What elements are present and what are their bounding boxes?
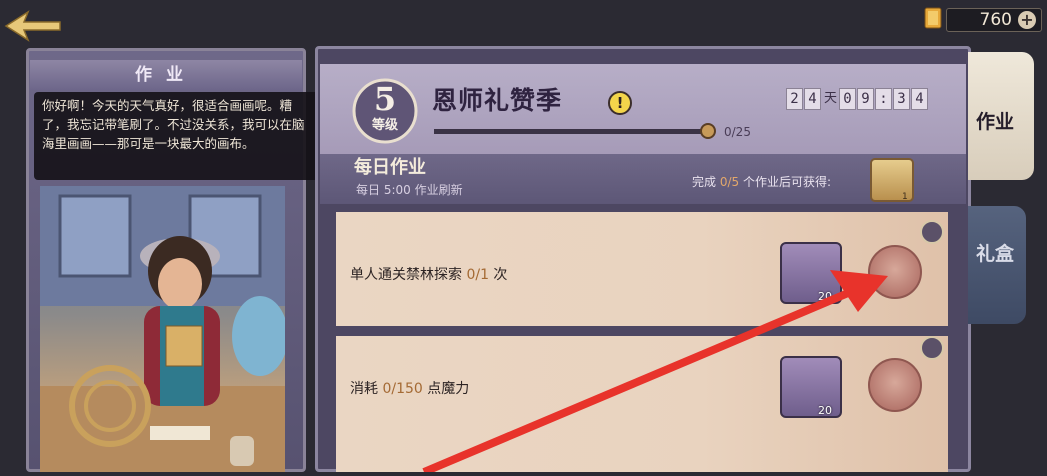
task-row: 单人通关禁林探索 0/1 次 20 bbox=[336, 212, 948, 326]
task-row: 消耗 0/150 点魔力 20 bbox=[336, 336, 948, 472]
level-number: 5 bbox=[373, 80, 397, 118]
timer-day-unit: 天 bbox=[824, 91, 838, 106]
speech-text: 你好啊！今天的天气真好，很适合画画呢。糟了，我忘记带笔刷了。不过没关系，我可以在… bbox=[42, 98, 305, 151]
daily-reward-count: 1 bbox=[902, 192, 908, 202]
task-label-post: 点魔力 bbox=[422, 381, 470, 397]
daily-title: 每日作业 bbox=[354, 157, 426, 178]
task-label: 单人通关禁林探索 0/1 次 bbox=[350, 264, 507, 284]
task-label: 消耗 0/150 点魔力 bbox=[350, 378, 469, 398]
timer-digit: 2 bbox=[786, 88, 803, 110]
level-label: 等级 bbox=[371, 118, 398, 133]
progress-knob-icon bbox=[700, 123, 716, 139]
tab-homework-label: 作业 bbox=[976, 111, 1015, 133]
currency-value: 760 bbox=[979, 10, 1012, 30]
daily-refresh-text: 每日 5:00 作业刷新 bbox=[356, 183, 463, 197]
task-progress: 0/150 bbox=[382, 381, 423, 397]
task-progress: 0/1 bbox=[466, 267, 489, 283]
task-label-pre: 消耗 bbox=[350, 381, 383, 397]
tab-gift-label: 礼盒 bbox=[976, 243, 1015, 265]
plus-icon[interactable]: + bbox=[1018, 11, 1036, 29]
gold-card-icon bbox=[924, 7, 942, 29]
season-progress-text: 0/25 bbox=[724, 125, 751, 139]
season-timer: 24天09:34 bbox=[786, 88, 929, 110]
character-illustration bbox=[40, 186, 288, 472]
season-title: 恩师礼赞季 bbox=[432, 86, 563, 115]
timer-digit: 9 bbox=[857, 88, 875, 110]
daily-reward-text: 完成 0/5 个作业后可获得: bbox=[692, 174, 831, 190]
timer-digit: 0 bbox=[839, 88, 857, 110]
reward-prefix: 完成 bbox=[692, 175, 720, 189]
claim-button[interactable] bbox=[868, 245, 922, 299]
back-arrow-icon[interactable] bbox=[2, 4, 62, 48]
task-label-pre: 单人通关禁林探索 bbox=[350, 267, 467, 283]
currency-display: 760 + bbox=[918, 4, 1043, 32]
reward-suffix: 个作业后可获得: bbox=[739, 175, 831, 189]
character-scene bbox=[40, 186, 288, 472]
coin-reward-icon[interactable] bbox=[780, 356, 842, 418]
timer-digit: 4 bbox=[911, 88, 929, 110]
timer-digit: 4 bbox=[804, 88, 821, 110]
season-progress-track bbox=[434, 129, 710, 134]
coin-reward-icon[interactable] bbox=[780, 242, 842, 304]
claim-button[interactable] bbox=[868, 358, 922, 412]
reward-progress: 0/5 bbox=[719, 175, 740, 189]
task-label-post: 次 bbox=[488, 267, 508, 283]
reward-count: 20 bbox=[818, 404, 832, 417]
reward-count: 20 bbox=[818, 290, 832, 303]
refresh-icon[interactable] bbox=[920, 336, 944, 360]
refresh-icon[interactable] bbox=[920, 220, 944, 244]
timer-digit: : bbox=[875, 88, 893, 110]
left-page-title: 作业 bbox=[135, 65, 197, 85]
info-icon[interactable]: ! bbox=[608, 91, 632, 115]
timer-digit: 3 bbox=[893, 88, 911, 110]
